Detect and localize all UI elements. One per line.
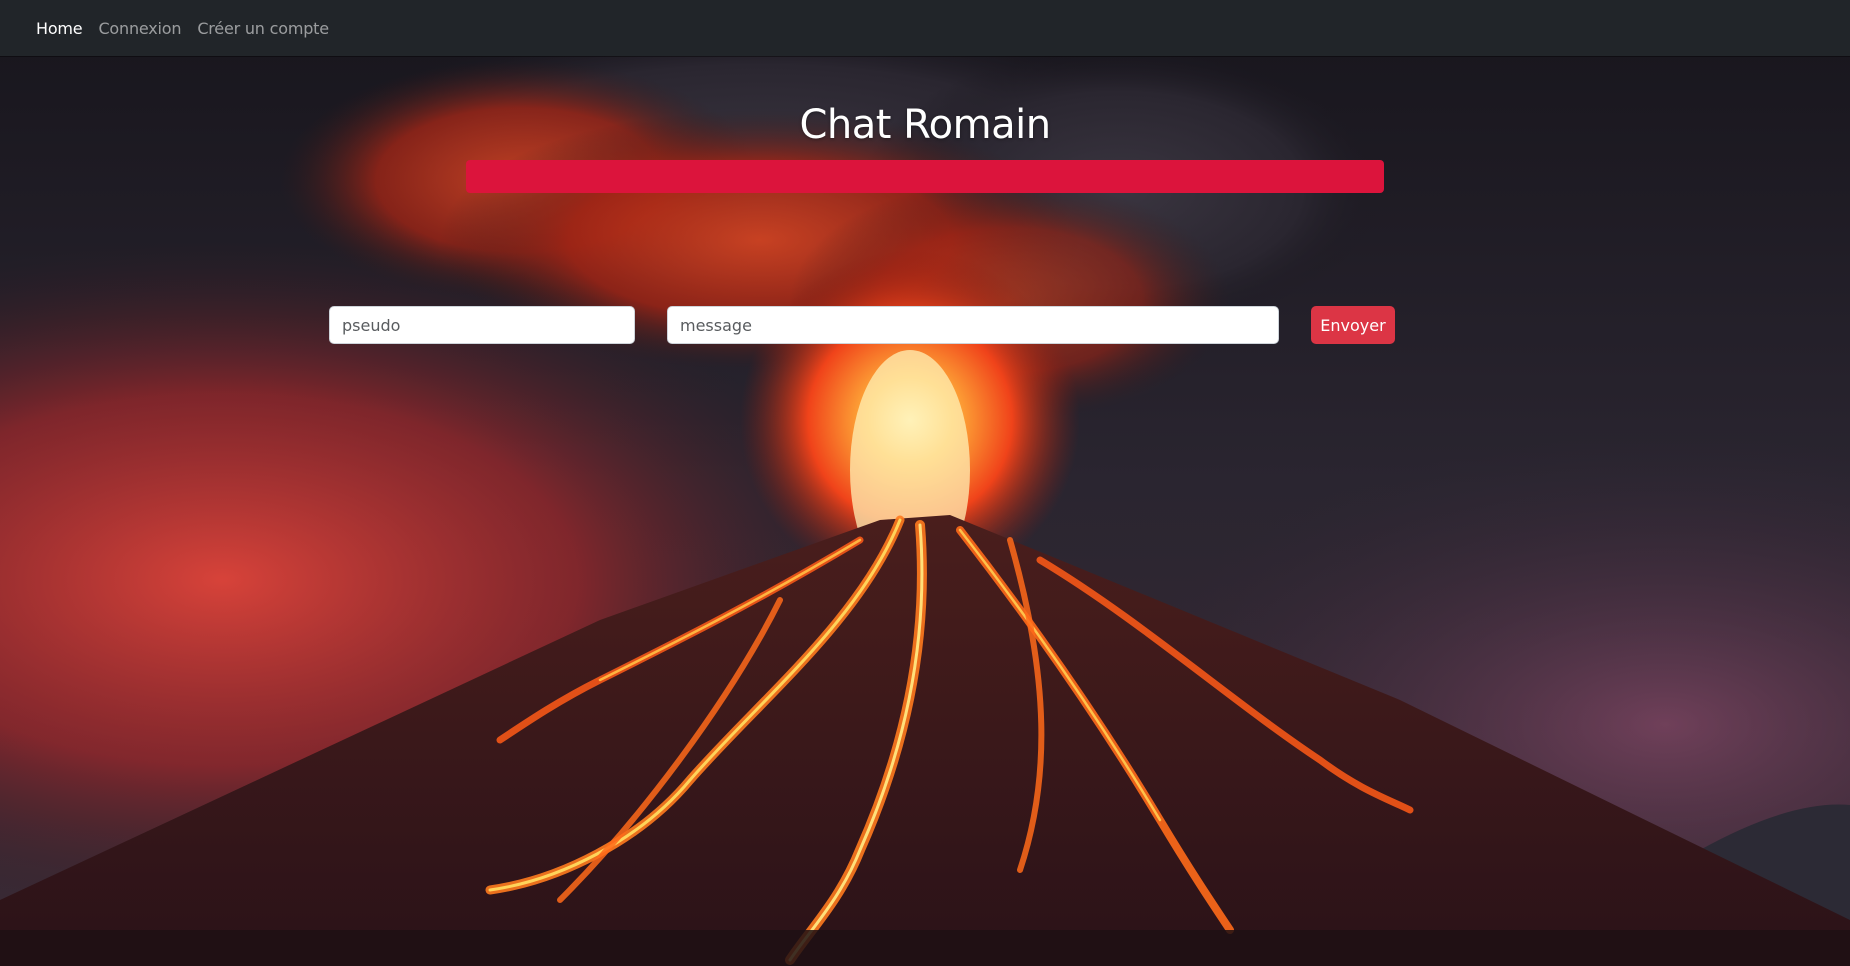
chat-messages-box: [466, 160, 1384, 193]
page-title: Chat Romain: [799, 102, 1051, 148]
top-navbar: Home Connexion Créer un compte: [0, 0, 1850, 56]
message-input[interactable]: [667, 306, 1279, 344]
nav-link-home[interactable]: Home: [36, 19, 83, 38]
nav-link-connexion[interactable]: Connexion: [98, 19, 181, 38]
main-content: Chat Romain Envoyer: [0, 56, 1850, 966]
send-button[interactable]: Envoyer: [1311, 306, 1395, 344]
pseudo-input[interactable]: [329, 306, 635, 344]
nav-link-create-account[interactable]: Créer un compte: [197, 19, 329, 38]
message-form: Envoyer: [0, 306, 1850, 344]
